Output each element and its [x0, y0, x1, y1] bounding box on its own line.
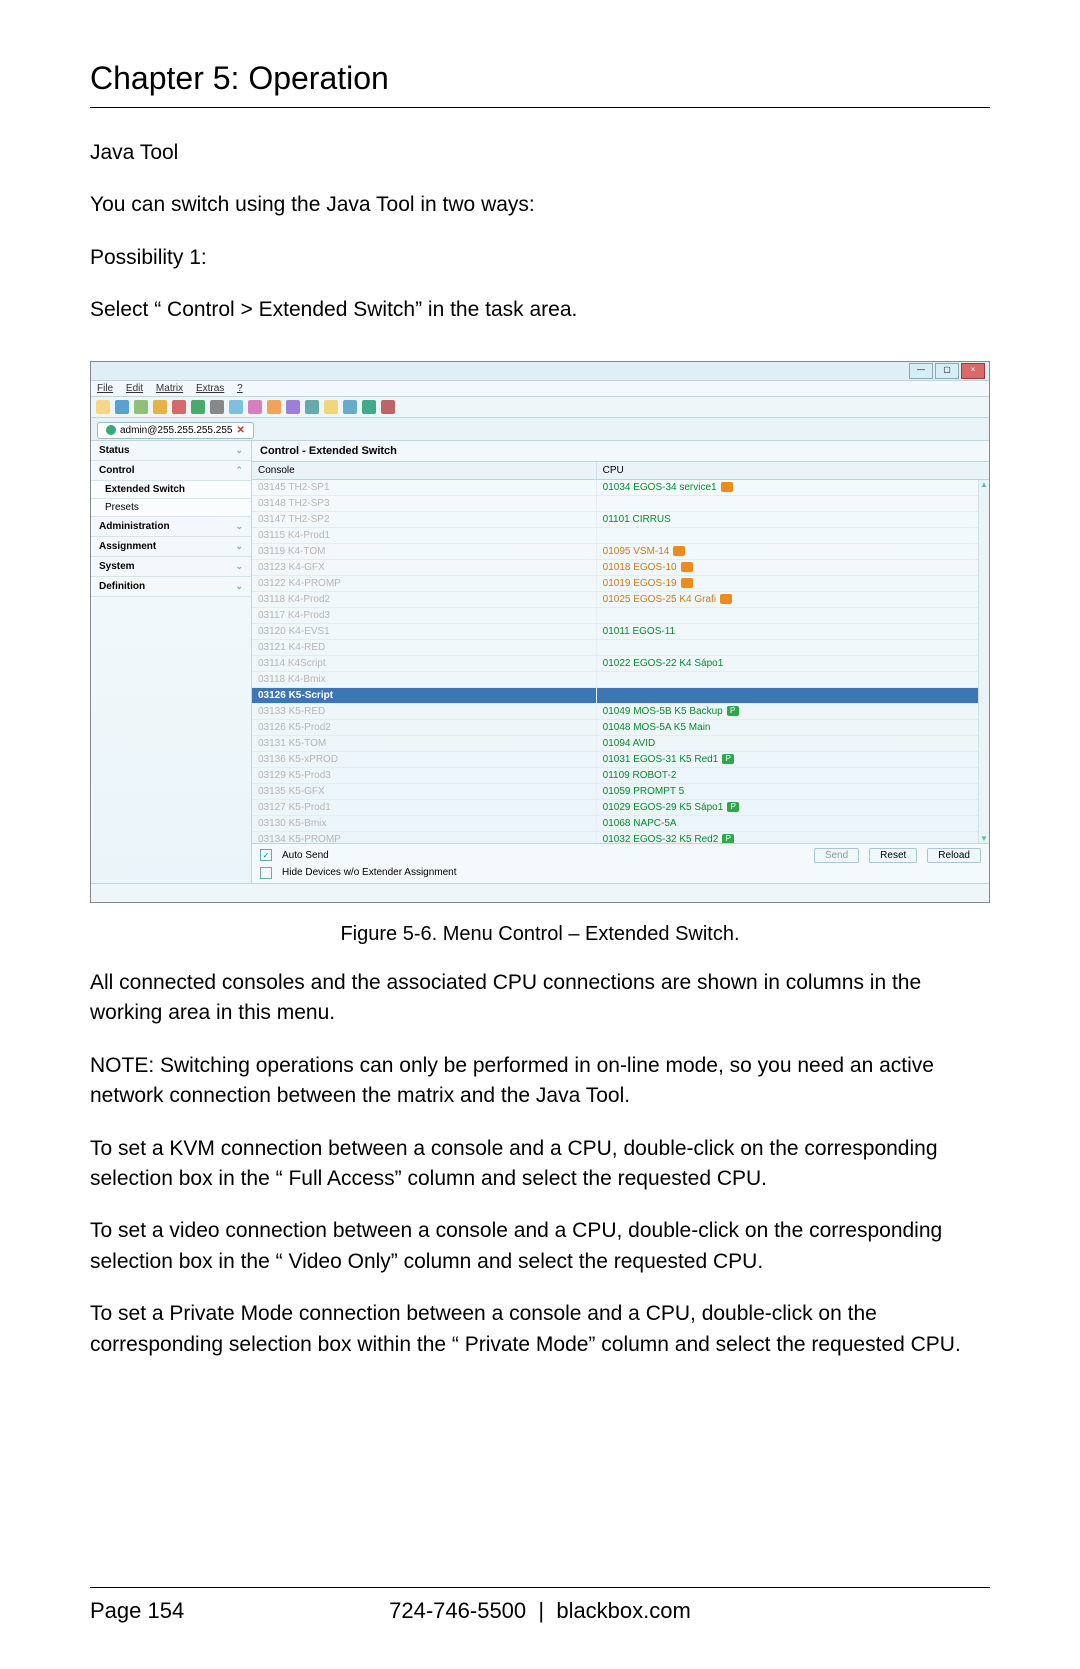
instruction: Select “ Control > Extended Switch” in t…	[90, 295, 990, 325]
table-row[interactable]: 03135 K5-GFX01059 PROMPT 5	[252, 784, 989, 800]
table-row[interactable]: 03120 K4-EVS101011 EGOS-11	[252, 624, 989, 640]
table-row[interactable]: 03129 K5-Prod301109 ROBOT-2	[252, 768, 989, 784]
table-row[interactable]: 03127 K5-Prod101029 EGOS-29 K5 Sápo1P	[252, 800, 989, 816]
toolbar-icon[interactable]	[115, 400, 129, 414]
close-icon[interactable]: ×	[961, 363, 985, 379]
panel-footer-2: ✓ Hide Devices w/o Extender Assignment	[252, 867, 989, 883]
menu-matrix[interactable]: Matrix	[156, 383, 183, 394]
minimize-icon[interactable]: —	[909, 363, 933, 379]
statusbar	[91, 883, 989, 902]
paragraph: To set a Private Mode connection between…	[90, 1299, 990, 1360]
tabstrip: admin@255.255.255.255 ✕	[91, 418, 989, 441]
table-row[interactable]: 03117 K4-Prod3	[252, 608, 989, 624]
table-row[interactable]: 03130 K5-Bmix01068 NAPC-5A	[252, 816, 989, 832]
toolbar-icon[interactable]	[343, 400, 357, 414]
toolbar-icon[interactable]	[191, 400, 205, 414]
table-row[interactable]: 03118 K4-Bmix	[252, 672, 989, 688]
hide-devices-checkbox[interactable]: ✓	[260, 867, 272, 879]
figure-caption: Figure 5-6. Menu Control – Extended Swit…	[90, 923, 990, 946]
menubar[interactable]: File Edit Matrix Extras ?	[91, 381, 989, 397]
panel-title: Control - Extended Switch	[252, 441, 989, 462]
paragraph: To set a KVM connection between a consol…	[90, 1134, 990, 1195]
toolbar-icon[interactable]	[134, 400, 148, 414]
page-footer: Page 154 724-746-5500 | blackbox.com	[90, 1587, 990, 1624]
menu-help[interactable]: ?	[237, 383, 243, 394]
globe-icon	[106, 425, 116, 435]
sidebar-group[interactable]: Administration⌄	[91, 517, 251, 537]
intro-line: You can switch using the Java Tool in tw…	[90, 190, 990, 220]
note: NOTE: Switching operations can only be p…	[90, 1051, 990, 1112]
toolbar-icon[interactable]	[210, 400, 224, 414]
table-header: Console CPU	[252, 462, 989, 480]
toolbar-icon[interactable]	[153, 400, 167, 414]
toolbar-icon[interactable]	[286, 400, 300, 414]
auto-send-label: Auto Send	[282, 850, 329, 861]
toolbar-icon[interactable]	[267, 400, 281, 414]
paragraph: All connected consoles and the associate…	[90, 968, 990, 1029]
auto-send-checkbox[interactable]: ✓	[260, 849, 272, 861]
reset-button[interactable]: Reset	[869, 848, 917, 863]
possibility-label: Possibility 1:	[90, 243, 990, 273]
menu-edit[interactable]: Edit	[126, 383, 143, 394]
sidebar-group[interactable]: System⌄	[91, 557, 251, 577]
table-row[interactable]: 03114 K4Script01022 EGOS-22 K4 Sápo1	[252, 656, 989, 672]
paragraph: To set a video connection between a cons…	[90, 1216, 990, 1277]
close-tab-icon[interactable]: ✕	[236, 425, 244, 436]
col-console[interactable]: Console	[252, 462, 597, 479]
reload-button[interactable]: Reload	[927, 848, 981, 863]
toolbar-icon[interactable]	[229, 400, 243, 414]
connection-tab[interactable]: admin@255.255.255.255 ✕	[97, 422, 254, 439]
sidebar-group[interactable]: Definition⌄	[91, 577, 251, 597]
table-row[interactable]: 03122 K4-PROMP01019 EGOS-19	[252, 576, 989, 592]
main-panel: Control - Extended Switch Console CPU 03…	[252, 441, 989, 883]
menu-extras[interactable]: Extras	[196, 383, 224, 394]
section-heading: Java Tool	[90, 138, 990, 168]
table-row[interactable]: 03115 K4-Prod1	[252, 528, 989, 544]
scrollbar[interactable]	[978, 480, 989, 843]
table-row[interactable]: 03136 K5-xPROD01031 EGOS-31 K5 Red1P	[252, 752, 989, 768]
col-cpu[interactable]: CPU	[597, 462, 989, 479]
table-row[interactable]: 03119 K4-TOM01095 VSM-14	[252, 544, 989, 560]
sidebar-item[interactable]: Extended Switch	[91, 481, 251, 499]
sidebar-group[interactable]: Control⌃	[91, 461, 251, 481]
toolbar-icon[interactable]	[172, 400, 186, 414]
tab-label: admin@255.255.255.255	[120, 425, 232, 436]
titlebar: — ▢ ×	[91, 362, 989, 381]
toolbar-icon[interactable]	[362, 400, 376, 414]
table-row[interactable]: 03134 K5-PROMP01032 EGOS-32 K5 Red2P	[252, 832, 989, 843]
app-screenshot: — ▢ × File Edit Matrix Extras ?	[90, 361, 990, 903]
table-row[interactable]: 03133 K5-RED01049 MOS-5B K5 BackupP	[252, 704, 989, 720]
sidebar-item[interactable]: Presets	[91, 499, 251, 517]
toolbar-icon[interactable]	[96, 400, 110, 414]
table-body[interactable]: 03145 TH2-SP101034 EGOS-34 service103148…	[252, 480, 989, 843]
chapter-title: Chapter 5: Operation	[90, 60, 990, 108]
send-button[interactable]: Send	[814, 848, 859, 863]
hide-devices-label: Hide Devices w/o Extender Assignment	[282, 867, 457, 878]
toolbar-icon[interactable]	[305, 400, 319, 414]
sidebar-group[interactable]: Status⌄	[91, 441, 251, 461]
table-row[interactable]: 03118 K4-Prod201025 EGOS-25 K4 Grafi	[252, 592, 989, 608]
toolbar-icon[interactable]	[381, 400, 395, 414]
table-row[interactable]: 03126 K5-Prod201048 MOS-5A K5 Main	[252, 720, 989, 736]
sidebar: Status⌄Control⌃Extended SwitchPresetsAdm…	[91, 441, 252, 883]
table-row[interactable]: 03145 TH2-SP101034 EGOS-34 service1	[252, 480, 989, 496]
toolbar	[91, 397, 989, 418]
toolbar-icon[interactable]	[248, 400, 262, 414]
menu-file[interactable]: File	[97, 383, 113, 394]
toolbar-icon[interactable]	[324, 400, 338, 414]
panel-footer: ✓ Auto Send Send Reset Reload	[252, 843, 989, 867]
table-row[interactable]: 03131 K5-TOM01094 AVID	[252, 736, 989, 752]
table-row[interactable]: 03148 TH2-SP3	[252, 496, 989, 512]
table-row[interactable]: 03123 K4-GFX01018 EGOS-10	[252, 560, 989, 576]
maximize-icon[interactable]: ▢	[935, 363, 959, 379]
table-row[interactable]: 03147 TH2-SP201101 CIRRUS	[252, 512, 989, 528]
table-row[interactable]: 03121 K4-RED	[252, 640, 989, 656]
sidebar-group[interactable]: Assignment⌄	[91, 537, 251, 557]
table-row[interactable]: 03126 K5-Script	[252, 688, 989, 704]
footer-contact: 724-746-5500 | blackbox.com	[90, 1598, 990, 1624]
